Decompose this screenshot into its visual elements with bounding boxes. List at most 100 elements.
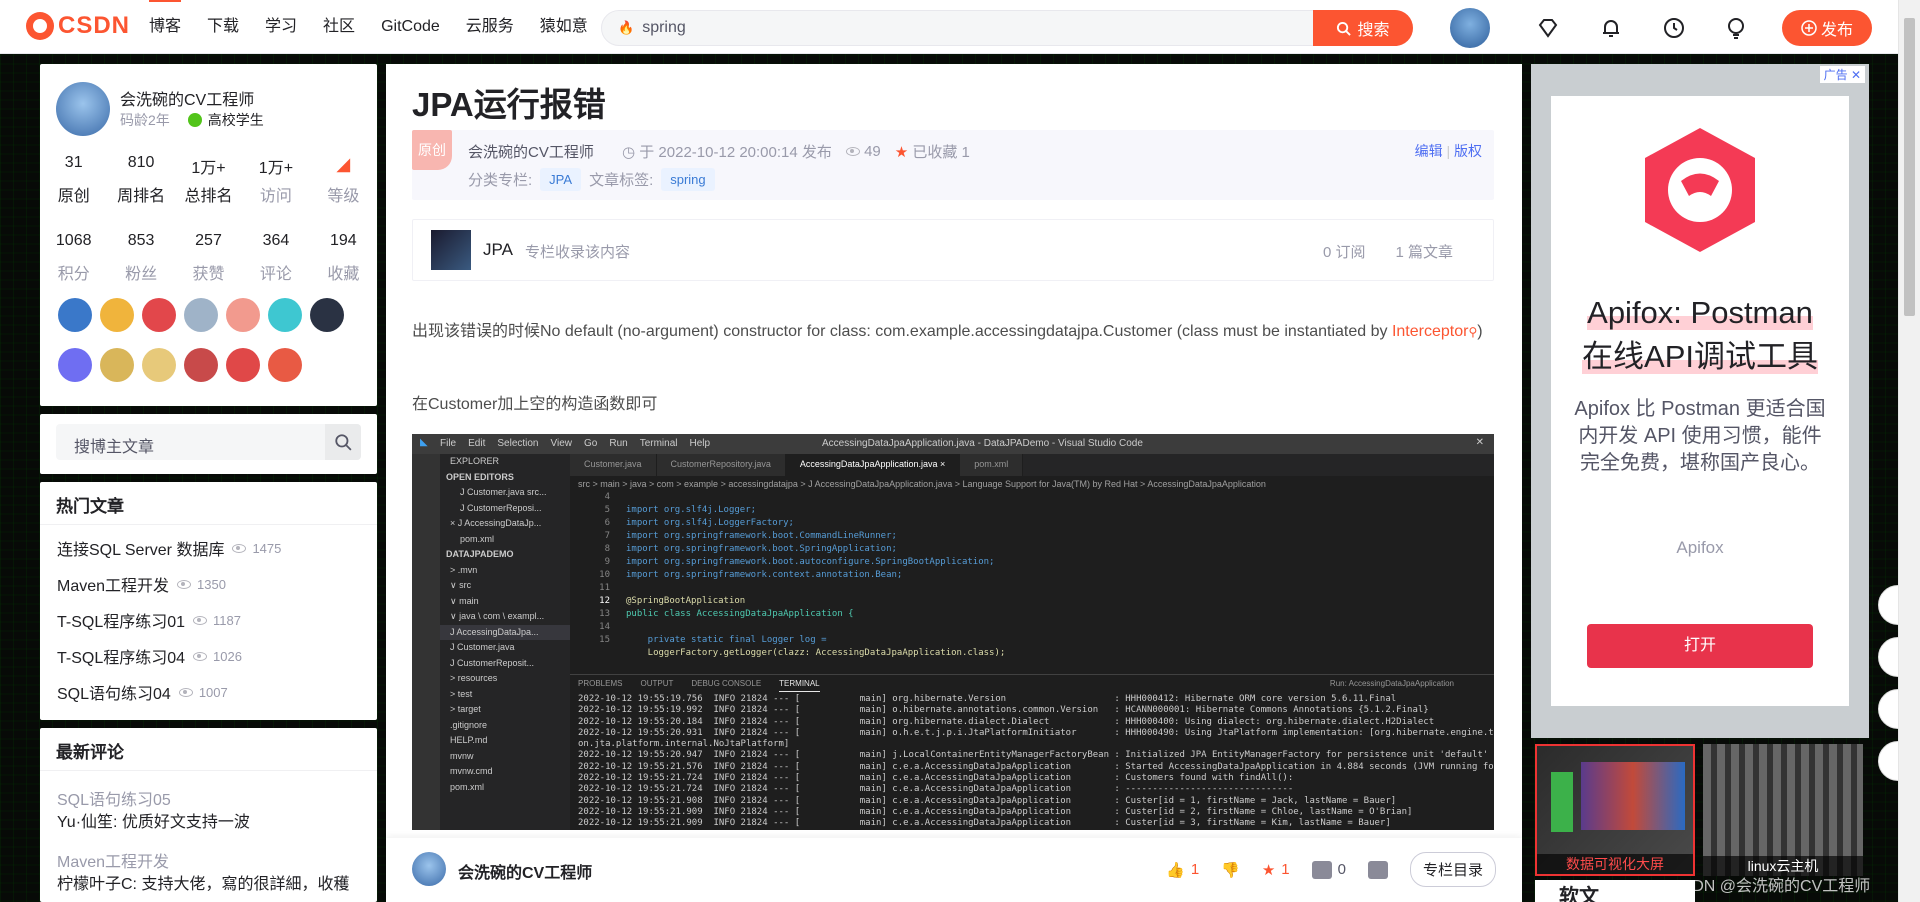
hot-article-item[interactable]: T-SQL程序练习01 1187 (57, 608, 241, 632)
hot-article-title[interactable]: Maven工程开发 (57, 572, 169, 596)
stat-fans[interactable]: 853 粉丝 (107, 232, 174, 284)
ad-brand: Apifox (1676, 538, 1724, 557)
close-icon[interactable]: ✕ (1851, 68, 1861, 82)
stat-week-rank[interactable]: 810 周排名 (107, 154, 174, 206)
nav-item-learn[interactable]: 学习 (252, 0, 310, 54)
hot-article-title[interactable]: T-SQL程序练习04 (57, 644, 185, 668)
csdn-logo[interactable]: CSDN (26, 12, 130, 40)
user-avatar[interactable] (1448, 6, 1492, 50)
author-name[interactable]: 会洗碗的CV工程师 (458, 859, 592, 883)
badge-icon[interactable] (184, 348, 218, 382)
profile-name[interactable]: 会洗碗的CV工程师 (120, 86, 254, 110)
column-box[interactable]: JPA 专栏收录该内容 0 订阅 1 篇文章 (412, 219, 1494, 281)
interceptor-link[interactable]: Interceptor (1392, 323, 1468, 340)
nav-item-cloud[interactable]: 云服务 (453, 0, 527, 54)
publish-button[interactable]: 发布 (1782, 10, 1872, 46)
publish-label: 发布 (1820, 22, 1853, 39)
panel-tab-active: TERMINAL (779, 675, 820, 692)
search-input[interactable] (642, 19, 1303, 37)
vscode-menus: File Edit Selection View Go Run Terminal… (440, 438, 710, 449)
view-count-value: 1475 (252, 540, 282, 556)
vscode-tab: CustomerRepository.java (656, 454, 786, 476)
hot-article-title[interactable]: SQL语句练习04 (57, 680, 171, 704)
hot-article-title[interactable]: 连接SQL Server 数据库 (57, 536, 224, 560)
explorer-line: × J AccessingDataJp... (450, 518, 542, 528)
comment-article-link[interactable]: SQL语句练习05 (57, 786, 171, 810)
comment-article-link[interactable]: Maven工程开发 (57, 848, 169, 872)
collect-button[interactable]: ★ 1 (1262, 861, 1290, 879)
article-author[interactable]: 会洗碗的CV工程师 (468, 141, 594, 162)
line-number: 9 (604, 557, 610, 567)
blogger-search-button[interactable] (325, 424, 361, 460)
profile-avatar[interactable] (56, 82, 110, 136)
history-clock-icon[interactable] (1660, 14, 1688, 42)
column-directory-button[interactable]: 专栏目录 (1409, 852, 1496, 887)
badge-icon[interactable] (58, 298, 92, 332)
ad-label[interactable]: 广告 ✕ (1819, 66, 1865, 83)
blogger-search-input[interactable]: 搜博主文章 (56, 424, 361, 460)
vip-diamond-icon[interactable] (1534, 14, 1562, 42)
vscode-menu: File (440, 438, 457, 449)
category-tag[interactable]: JPA (540, 168, 582, 191)
explorer-line: pom.xml (450, 781, 485, 792)
like-button[interactable]: 👍 1 (1166, 861, 1199, 879)
stat-original[interactable]: 31 原创 (40, 154, 107, 206)
badge-icon[interactable] (58, 348, 92, 382)
line-number: 5 (604, 505, 610, 515)
badge-icon[interactable] (268, 348, 302, 382)
hot-article-item[interactable]: 连接SQL Server 数据库 1475 (57, 536, 281, 560)
nav-item-community[interactable]: 社区 (310, 0, 368, 54)
badge-icon[interactable] (184, 298, 218, 332)
thumb-card[interactable]: 数据可视化大屏 (1535, 744, 1695, 876)
view-count: 1026 (193, 649, 242, 664)
window-close-icon: ✕ (1475, 437, 1484, 448)
badge-icon[interactable] (226, 298, 260, 332)
edit-link[interactable]: 编辑 (1415, 143, 1443, 159)
line-number: 11 (599, 583, 610, 593)
article-tag[interactable]: spring (661, 168, 715, 191)
hot-article-item[interactable]: Maven工程开发 1350 (57, 572, 226, 596)
badge-icon[interactable] (142, 298, 176, 332)
stat-label: 周排名 (117, 188, 166, 205)
view-count-value: 1026 (213, 648, 242, 664)
terminal-line: 2022-10-12 19:55:19.756 INFO 21824 --- [… (578, 694, 1397, 704)
share-button[interactable] (1367, 860, 1388, 879)
hot-article-item[interactable]: SQL语句练习04 1007 (57, 680, 228, 704)
stat-total-rank[interactable]: 1万+ 总排名 (175, 154, 242, 206)
notification-bell-icon[interactable] (1597, 14, 1625, 42)
stat-level[interactable]: ◢ 等级 (310, 154, 377, 206)
nav-item-blog[interactable]: 博客 (136, 0, 194, 54)
ad-open-button[interactable]: 打开 (1587, 624, 1813, 668)
hot-flame-icon: 🔥 (618, 20, 635, 35)
badge-icon[interactable] (100, 298, 134, 332)
dislike-button[interactable]: 👎 (1221, 861, 1240, 879)
search-button[interactable]: 搜索 (1313, 10, 1413, 46)
hot-article-title[interactable]: T-SQL程序练习01 (57, 608, 185, 632)
nav-item-download[interactable]: 下载 (194, 0, 252, 54)
creation-bulb-icon[interactable] (1722, 14, 1750, 42)
page-scrollbar[interactable] (1898, 0, 1920, 902)
badge-icon[interactable] (268, 298, 302, 332)
ad-banner[interactable]: 广告 ✕ Apifox: Postman 在线API调试工具 Apifox 比 P… (1531, 64, 1869, 738)
ad-headline: Apifox: Postman 在线API调试工具 (1551, 291, 1849, 379)
badge-icon[interactable] (142, 348, 176, 382)
column-name[interactable]: JPA (483, 240, 513, 260)
collect-item[interactable]: ★ 已收藏 1 (895, 141, 970, 162)
latest-comments-card: 最新评论 SQL语句练习05 Yu·仙笙: 优质好文支持一波 Maven工程开发… (40, 728, 377, 902)
nav-item-yuanruyi[interactable]: 猿如意 (527, 0, 601, 54)
vscode-menu: Help (689, 438, 711, 449)
explorer-line: ∨ main (450, 595, 479, 606)
copyright-link[interactable]: 版权 (1454, 143, 1482, 159)
author-avatar[interactable] (412, 852, 446, 886)
terminal-line: 2022-10-12 19:55:21.576 INFO 21824 --- [… (578, 761, 1494, 772)
nav-item-gitcode[interactable]: GitCode (368, 0, 453, 54)
badge-icon[interactable] (310, 298, 344, 332)
comment-button[interactable]: 0 (1311, 860, 1346, 879)
scrollbar-thumb[interactable] (1904, 18, 1915, 316)
stat-value: 194 (329, 232, 357, 249)
thumb-card[interactable]: linux云主机 (1703, 744, 1863, 876)
badge-icon[interactable] (100, 348, 134, 382)
hot-article-item[interactable]: T-SQL程序练习04 1026 (57, 644, 242, 668)
badge-icon[interactable] (226, 348, 260, 382)
vscode-window-title: AccessingDataJpaApplication.java - DataJ… (822, 438, 1143, 449)
